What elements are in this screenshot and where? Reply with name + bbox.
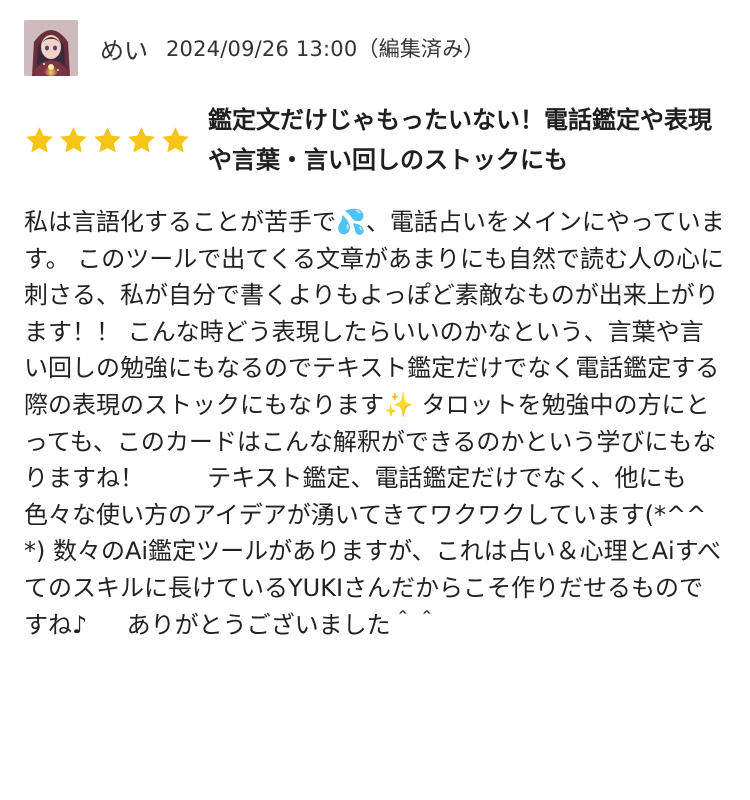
review-title-row: 鑑定文だけじゃもったいない！電話鑑定や表現や言葉・言い回しのストックにも bbox=[24, 100, 724, 180]
review-header: めい 2024/09/26 13:00（編集済み） bbox=[24, 20, 485, 76]
review-title: 鑑定文だけじゃもったいない！電話鑑定や表現や言葉・言い回しのストックにも bbox=[208, 106, 712, 174]
reviewer-name: めい bbox=[100, 36, 148, 65]
reviewer-avatar[interactable] bbox=[24, 20, 78, 76]
star-icon bbox=[94, 126, 121, 152]
star-icon bbox=[60, 126, 87, 152]
star-icon bbox=[162, 126, 189, 152]
star-rating bbox=[24, 125, 204, 156]
star-icon bbox=[26, 126, 53, 152]
star-icon bbox=[128, 126, 155, 152]
review-date: 2024/09/26 13:00（編集済み） bbox=[166, 37, 485, 61]
review-body: 私は言語化することが苦手で💦、電話占いをメインにやっています。 このツールで出て… bbox=[24, 208, 725, 639]
